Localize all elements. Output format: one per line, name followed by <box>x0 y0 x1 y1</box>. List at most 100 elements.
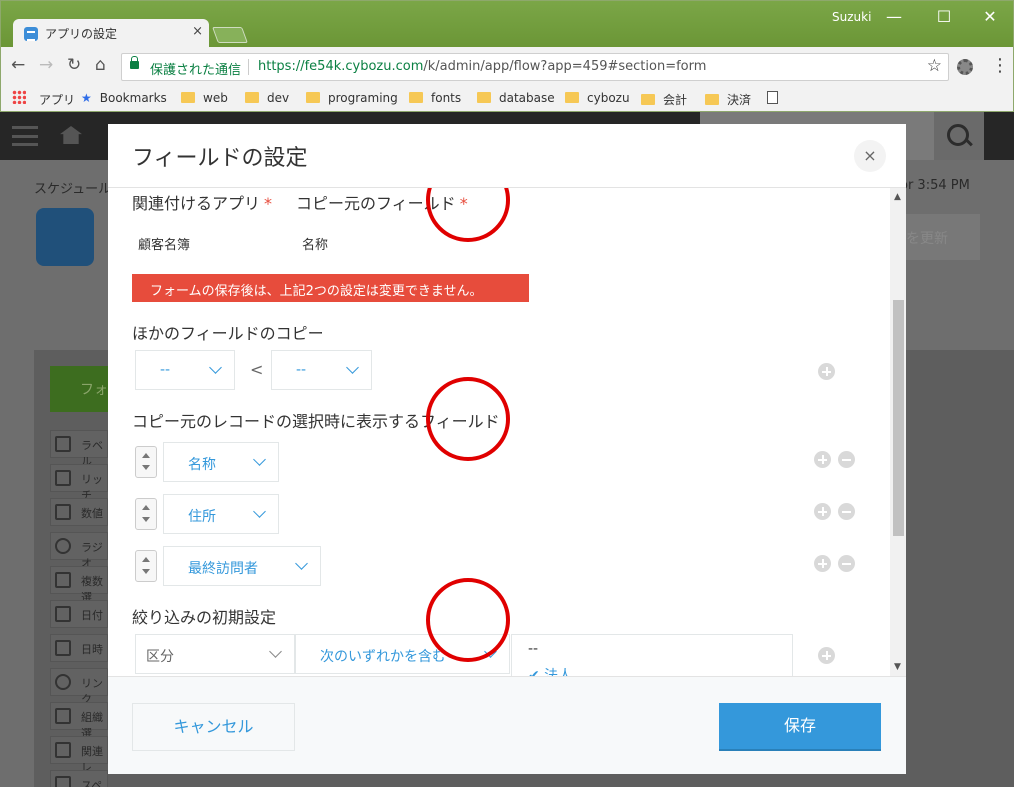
window-close-button[interactable]: ✕ <box>967 5 1013 29</box>
add-display-field-button[interactable] <box>814 503 831 520</box>
app-icon <box>36 208 94 266</box>
select-value: 最終訪問者 <box>188 561 258 577</box>
last-updated-time: or 3:54 PM <box>900 178 970 193</box>
bookmark-label: cybozu <box>587 91 630 105</box>
display-field-select[interactable]: 名称 <box>163 442 279 482</box>
bookmark-apps[interactable]: アプリ <box>39 91 75 108</box>
add-display-field-button[interactable] <box>814 555 831 572</box>
bookmark-star-icon[interactable]: ☆ <box>927 56 942 76</box>
dialog-body[interactable]: 関連付けるアプリ * コピー元のフィールド * 顧客名簿 名称 フォームの保存後は、… <box>108 188 906 676</box>
forward-arrow-icon[interactable]: → <box>39 55 53 75</box>
palette-item-label: 日付 <box>81 609 103 622</box>
extension-icon[interactable] <box>957 59 973 75</box>
browser-tab[interactable]: アプリの設定 × <box>13 19 209 47</box>
required-mark: * <box>264 194 273 213</box>
list-item[interactable]: ✔ 法人 <box>528 665 572 676</box>
palette-item: ラベル <box>50 430 108 468</box>
palette-item: 数値 <box>50 498 108 526</box>
url-host: https://fe54k.cybozu.com <box>258 59 424 74</box>
lock-icon <box>130 56 139 69</box>
address-bar[interactable]: 保護された通信 https://fe54k.cybozu.com/k/admin… <box>121 53 949 81</box>
display-field-select[interactable]: 住所 <box>163 494 279 534</box>
copy-source-select[interactable]: -- <box>271 350 372 390</box>
add-copy-row-button[interactable] <box>818 363 835 380</box>
related-app-value: 顧客名簿 <box>138 238 191 253</box>
bookmark-label: 会計 <box>663 93 688 107</box>
minimize-button[interactable]: — <box>871 5 917 29</box>
url-text[interactable]: https://fe54k.cybozu.com/k/admin/app/flo… <box>258 59 706 74</box>
warning-message: フォームの保存後は、上記2つの設定は変更できません。 <box>132 274 529 302</box>
scroll-thumb[interactable] <box>893 300 904 536</box>
annotation-circle <box>426 377 510 461</box>
search-icon <box>934 112 984 160</box>
bookmark-programing[interactable]: programing <box>306 91 398 105</box>
select-value: -- <box>296 362 307 378</box>
related-records-icon <box>55 742 71 758</box>
browser-toolbar: ← → ↻ ⌂ 保護された通信 https://fe54k.cybozu.com… <box>1 47 1013 85</box>
bookmarks-bar: アプリ ★ Bookmarks web dev programing fonts … <box>1 87 1013 111</box>
kintone-app-icon <box>24 27 38 41</box>
remove-display-field-button[interactable] <box>838 503 855 520</box>
palette-item: 関連レ <box>50 736 108 774</box>
palette-item: ラジオ <box>50 532 108 570</box>
scrollbar[interactable]: ▲ ▼ <box>890 188 906 676</box>
breadcrumb: スケジュール <box>34 182 112 197</box>
dialog-footer: キャンセル 保存 <box>108 676 906 774</box>
chrome-menu-icon[interactable]: ⋮ <box>991 55 1009 76</box>
page-icon[interactable] <box>767 91 778 104</box>
dialog-header: フィールドの設定 × <box>108 124 906 188</box>
home-icon[interactable]: ⌂ <box>95 55 106 75</box>
annotation-circle <box>426 578 510 662</box>
divider <box>248 59 249 75</box>
select-value: 次のいずれかを含む <box>320 649 446 665</box>
scroll-down-arrow-icon[interactable]: ▼ <box>894 662 901 672</box>
chevron-down-icon <box>295 557 308 570</box>
sort-handle-icon[interactable] <box>135 498 157 530</box>
bookmark-fonts[interactable]: fonts <box>409 91 461 105</box>
folder-icon <box>181 92 195 103</box>
add-display-field-button[interactable] <box>814 451 831 468</box>
select-value: 名称 <box>188 457 216 473</box>
sort-handle-icon[interactable] <box>135 446 157 478</box>
rich-text-icon <box>55 470 71 486</box>
bookmark-database[interactable]: database <box>477 91 555 105</box>
palette-item-label: 数値 <box>81 507 103 520</box>
bookmark-bookmarks[interactable]: ★ Bookmarks <box>81 91 167 105</box>
bookmark-label: 決済 <box>727 93 752 107</box>
tab-close-icon[interactable]: × <box>192 24 203 39</box>
reload-icon[interactable]: ↻ <box>67 55 81 75</box>
add-filter-button[interactable] <box>818 647 835 664</box>
tab-title: アプリの設定 <box>45 27 118 41</box>
new-tab-button[interactable] <box>212 27 248 43</box>
bookmark-label: web <box>203 91 228 105</box>
back-arrow-icon[interactable]: ← <box>11 55 25 75</box>
remove-display-field-button[interactable] <box>838 451 855 468</box>
list-item[interactable]: -- <box>528 641 538 657</box>
bookmark-dev[interactable]: dev <box>245 91 289 105</box>
close-icon[interactable]: × <box>854 140 886 172</box>
tag-icon <box>55 436 71 452</box>
folder-icon <box>306 92 320 103</box>
bookmark-label: Bookmarks <box>99 91 167 105</box>
chevron-down-icon <box>253 453 266 466</box>
bookmark-cybozu[interactable]: cybozu <box>565 91 630 105</box>
remove-display-field-button[interactable] <box>838 555 855 572</box>
bookmark-accounting[interactable]: 会計 <box>641 91 687 108</box>
filter-field-select[interactable]: 区分 <box>135 634 295 674</box>
save-button[interactable]: 保存 <box>719 703 881 751</box>
chevron-down-icon <box>253 505 266 518</box>
form-tab: フォ <box>50 366 108 412</box>
folder-icon <box>641 94 655 105</box>
copy-target-select[interactable]: -- <box>135 350 235 390</box>
bookmark-payment[interactable]: 決済 <box>705 91 751 108</box>
folder-icon <box>477 92 491 103</box>
palette-item: 複数選 <box>50 566 108 604</box>
cancel-button[interactable]: キャンセル <box>132 703 295 751</box>
maximize-button[interactable]: ☐ <box>921 5 967 29</box>
sort-handle-icon[interactable] <box>135 550 157 582</box>
filter-values-list[interactable]: -- ✔ 法人 <box>511 634 793 676</box>
bookmark-web[interactable]: web <box>181 91 228 105</box>
display-field-select[interactable]: 最終訪問者 <box>163 546 321 586</box>
scroll-up-arrow-icon[interactable]: ▲ <box>894 192 901 202</box>
profile-name[interactable]: Suzuki <box>832 10 871 24</box>
